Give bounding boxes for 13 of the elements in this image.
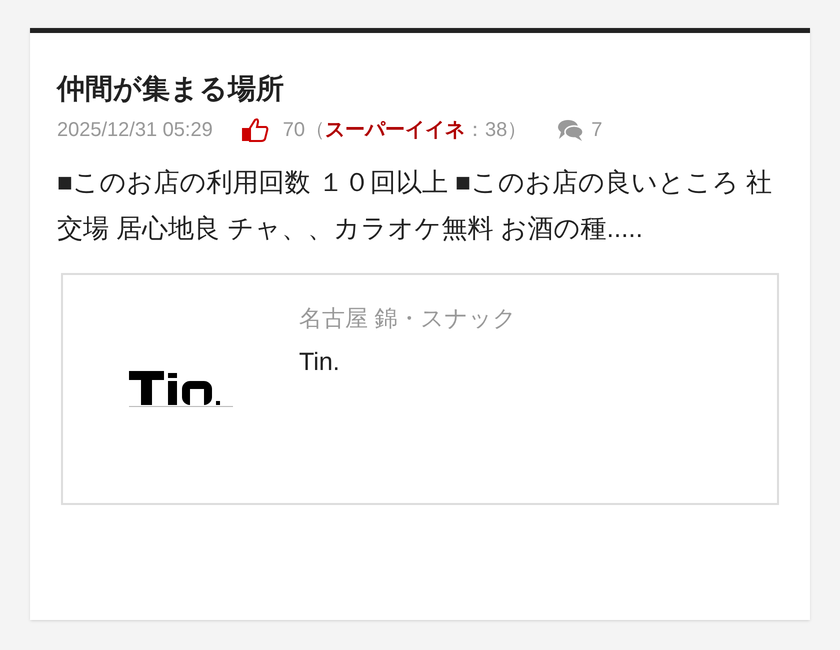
super-like-label: スーパーイイネ — [324, 118, 465, 143]
comment-icon[interactable] — [557, 118, 586, 142]
post-title: 仲間が集まる場所 — [57, 72, 285, 106]
thumbs-up-icon[interactable] — [240, 117, 269, 143]
bracket-text: （ — [304, 118, 325, 143]
post-date: 2025/12/31 05:29 — [57, 118, 213, 143]
like-count: 70 — [282, 118, 305, 143]
shop-card[interactable]: 名古屋 錦・スナック Tin. — [61, 273, 779, 505]
comment-count: 7 — [591, 118, 602, 143]
post-excerpt: ■このお店の利用回数 １０回以上 ■このお店の良いところ 社交場 居心地良 チャ、、カラオケ無料 お酒の種..... — [57, 166, 774, 245]
shop-area: 名古屋 錦・スナック — [299, 301, 516, 336]
super-like-count: ：38） — [464, 118, 528, 143]
shop-name: Tin. — [299, 346, 341, 378]
